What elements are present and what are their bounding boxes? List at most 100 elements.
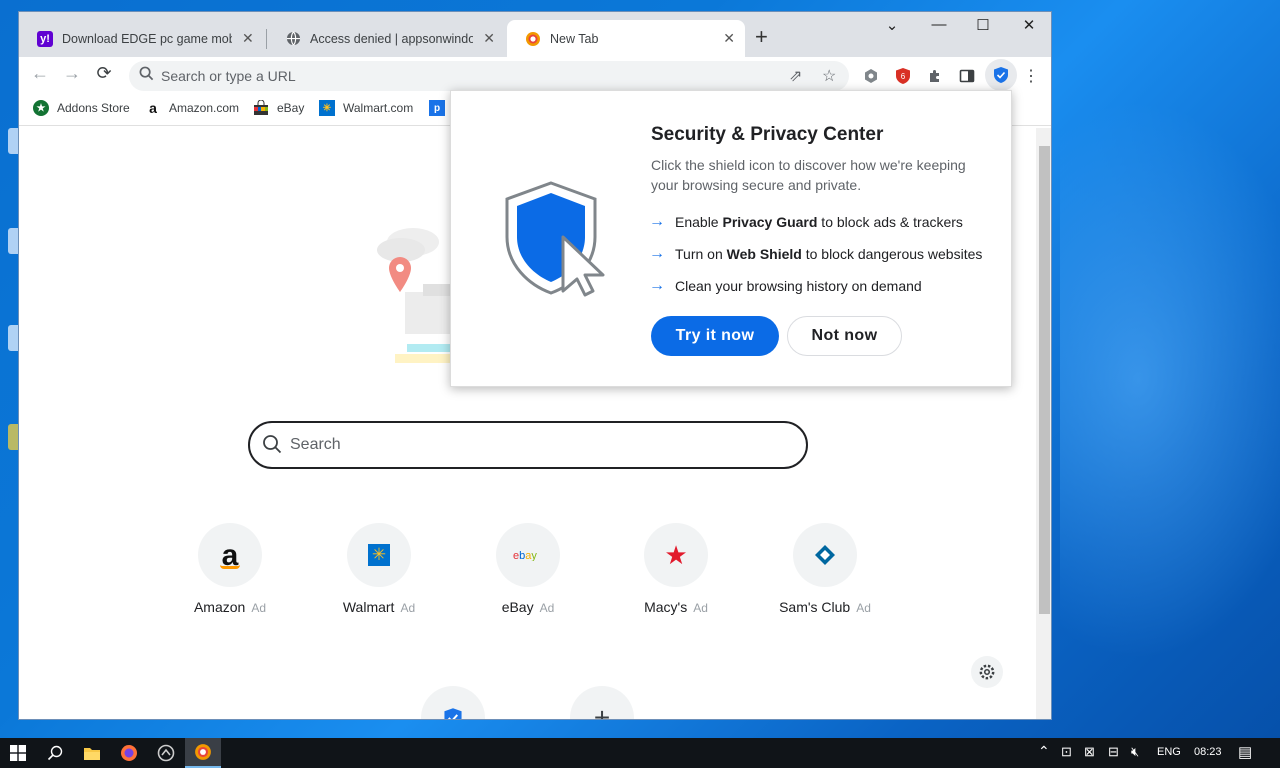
plus-icon: + <box>593 702 611 720</box>
search-icon[interactable] <box>37 738 73 768</box>
close-tab-icon[interactable]: ✕ <box>242 30 254 47</box>
tab-search-chevron-icon[interactable]: ⌄ <box>870 16 914 34</box>
back-button[interactable]: ← <box>27 63 53 84</box>
search-box[interactable]: Search <box>248 421 808 469</box>
not-now-button[interactable]: Not now <box>787 316 902 356</box>
clock[interactable]: 08:23 <box>1194 746 1222 758</box>
feature-item-privacy-guard: → Enable Privacy Guard to block ads & tr… <box>649 213 963 231</box>
tab-2[interactable]: New Tab ✕ <box>507 20 745 57</box>
extension-gear-icon[interactable] <box>861 66 881 86</box>
walmart-icon: ✳ <box>368 544 390 566</box>
ad-label: Ad <box>539 601 555 615</box>
taskbar: ⌃ ⊡ ⊠ ⊟ 🔇︎ ENG 08:23 ▤ <box>0 738 1280 768</box>
macys-star-icon: ★ <box>664 539 688 570</box>
tile-label: Amazon <box>193 599 246 615</box>
customize-gear-icon[interactable] <box>971 656 1003 688</box>
minimize-button[interactable]: — <box>917 16 961 33</box>
meet-now-icon[interactable]: ⊡ <box>1061 744 1072 760</box>
sams-club-icon <box>815 545 835 565</box>
ad-label: Ad <box>400 601 416 615</box>
search-icon <box>262 434 282 459</box>
tile-walmart[interactable]: ✳ Walmart Ad <box>319 523 439 615</box>
bookmark-label: eBay <box>277 101 305 115</box>
try-it-now-button[interactable]: Try it now <box>651 316 779 356</box>
extensions-puzzle-icon[interactable] <box>925 66 945 86</box>
tab-1[interactable]: Access denied | appsonwindows ✕ <box>267 20 505 57</box>
globe-icon <box>285 31 301 47</box>
item-text: to block dangerous websites <box>801 246 983 262</box>
desktop-wallpaper-glow <box>1060 100 1280 660</box>
tile-sams-club[interactable]: Sam's Club Ad <box>765 523 885 615</box>
item-text: Enable <box>675 214 723 230</box>
maximize-button[interactable]: ☐ <box>961 16 1005 34</box>
new-tab-button[interactable]: + <box>755 26 768 48</box>
reload-button[interactable]: ⟳ <box>91 63 117 84</box>
tile-ebay[interactable]: ebay eBay Ad <box>468 523 588 615</box>
addons-store-icon: ★ <box>33 100 49 116</box>
close-window-button[interactable]: ✕ <box>1007 16 1051 34</box>
menu-kebab-icon[interactable]: ⋮ <box>1021 66 1041 86</box>
tab-strip: y! Download EDGE pc game mobig ✕ Access … <box>19 12 1051 57</box>
bookmark-star-icon[interactable]: ☆ <box>822 66 836 86</box>
tile-amazon[interactable]: a Amazon Ad <box>170 523 290 615</box>
scrollbar[interactable] <box>1036 128 1051 719</box>
ebay-bag-icon <box>253 100 269 116</box>
ad-label: Ad <box>251 601 267 615</box>
bookmark-amazon[interactable]: a Amazon.com <box>145 100 239 116</box>
bookmark-ebay[interactable]: eBay <box>253 100 304 116</box>
adblock-shield-icon[interactable]: 6 <box>893 66 913 86</box>
address-bar[interactable]: Search or type a URL ⇗ ☆ <box>129 61 849 91</box>
network-icon[interactable]: ⊟ <box>1108 744 1119 760</box>
tile-icon-circle: ★ <box>644 523 708 587</box>
bookmark-walmart[interactable]: ✳ Walmart.com <box>319 100 413 116</box>
popup-description: Click the shield icon to discover how we… <box>651 157 966 193</box>
arrow-right-icon: → <box>649 213 665 230</box>
amazon-icon: a <box>149 100 157 116</box>
bookmark-addons-store[interactable]: ★ Addons Store <box>33 100 130 116</box>
close-tab-icon[interactable]: ✕ <box>483 30 495 47</box>
app-icon[interactable] <box>148 738 184 768</box>
tab-label: New Tab <box>550 31 599 46</box>
tile-icon-circle <box>793 523 857 587</box>
security-tray-icon[interactable]: ⊠ <box>1084 744 1095 760</box>
notifications-icon[interactable]: ▤ <box>1238 743 1252 761</box>
scrollbar-thumb[interactable] <box>1039 146 1050 614</box>
tile-macys[interactable]: ★ Macy's Ad <box>616 523 736 615</box>
tab-0[interactable]: y! Download EDGE pc game mobig ✕ <box>19 20 267 57</box>
chevron-up-icon[interactable]: ⌃ <box>1038 743 1050 760</box>
start-button[interactable] <box>0 738 36 768</box>
item-bold-text: Web Shield <box>726 246 802 262</box>
ad-label: Ad <box>856 601 871 615</box>
tile-label: Walmart <box>342 599 395 615</box>
close-tab-icon[interactable]: ✕ <box>723 30 735 47</box>
tile-icon-circle: a <box>198 523 262 587</box>
firefox-icon[interactable] <box>111 738 147 768</box>
file-explorer-icon[interactable] <box>74 738 110 768</box>
bookmark-label: Addons Store <box>57 101 130 115</box>
arrow-right-icon: → <box>649 277 665 294</box>
shield-icon <box>444 708 462 719</box>
yahoo-icon: y! <box>37 30 53 47</box>
tile-shield[interactable] <box>393 686 513 719</box>
item-text: Turn on <box>675 246 727 262</box>
forward-button[interactable]: → <box>59 63 85 84</box>
item-bold-text: Privacy Guard <box>722 214 818 230</box>
browser-taskbar-icon[interactable] <box>185 738 221 768</box>
bookmark-label: Amazon.com <box>169 101 240 115</box>
walmart-icon: ✳ <box>319 100 335 116</box>
security-shield-icon[interactable] <box>985 59 1017 91</box>
item-text: Clean your browsing history on demand <box>675 278 922 294</box>
svg-text:ebay: ebay <box>513 550 537 561</box>
add-shortcut-button[interactable]: + <box>542 686 662 720</box>
side-panel-icon[interactable] <box>957 66 977 86</box>
tile-icon-circle <box>421 686 485 719</box>
bookmark-label: Walmart.com <box>343 101 414 115</box>
volume-muted-icon[interactable]: 🔇︎ <box>1131 744 1139 760</box>
address-placeholder: Search or type a URL <box>161 68 296 84</box>
arrow-right-icon: → <box>649 245 665 262</box>
tile-icon-circle: + <box>570 686 634 720</box>
language-indicator[interactable]: ENG <box>1157 746 1181 758</box>
tile-icon-circle: ebay <box>496 523 560 587</box>
tab-label: Download EDGE pc game mobig <box>62 31 232 46</box>
share-icon[interactable]: ⇗ <box>789 66 802 86</box>
